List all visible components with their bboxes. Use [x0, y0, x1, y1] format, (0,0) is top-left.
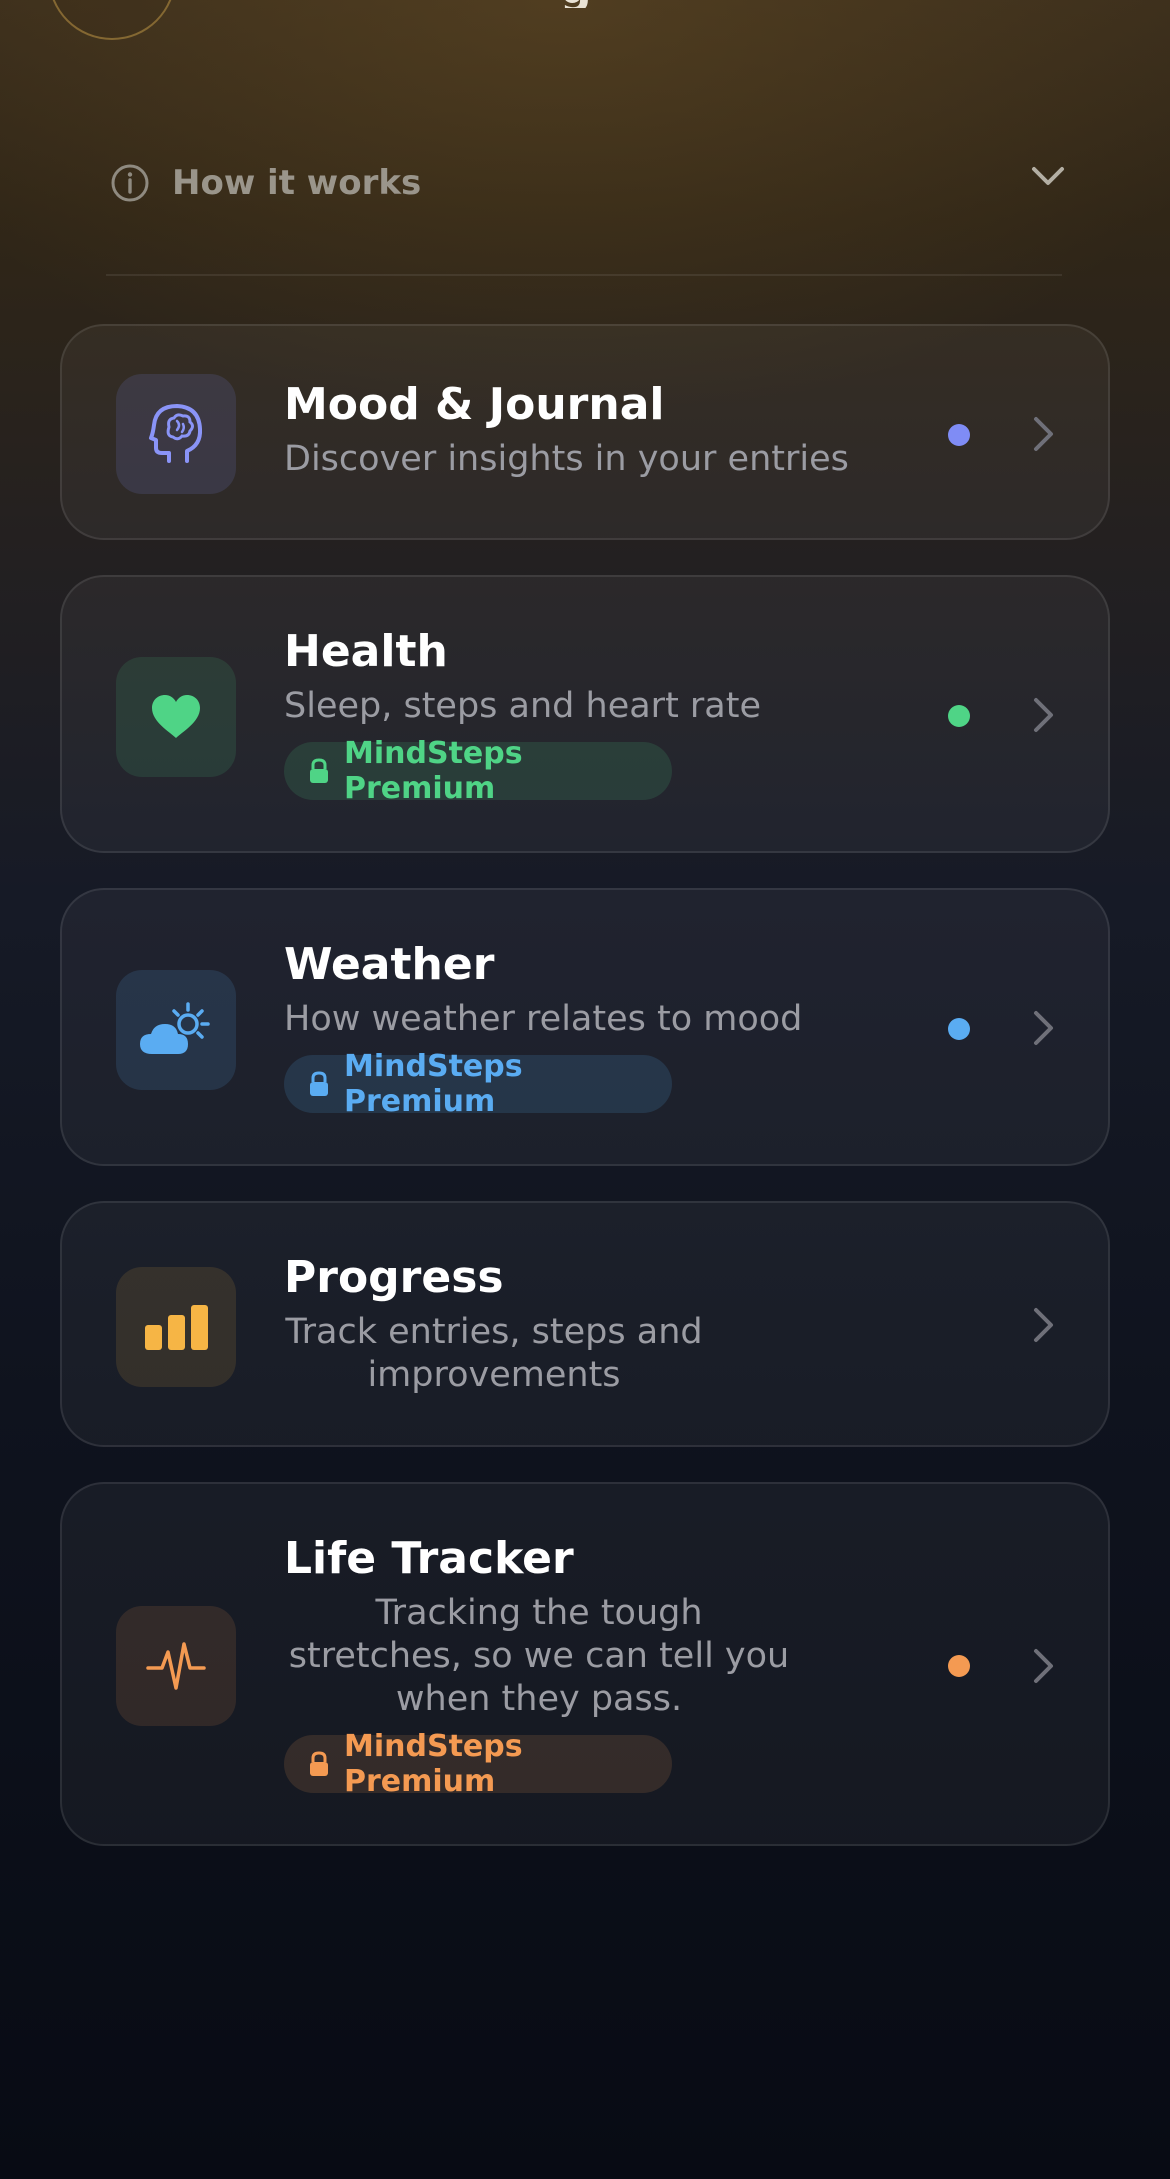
status-dot	[948, 1655, 970, 1677]
status-dot	[948, 424, 970, 446]
card-subtitle: Sleep, steps and heart rate	[284, 686, 762, 726]
premium-badge: MindSteps Premium	[284, 736, 672, 806]
status-dot	[948, 1018, 970, 1040]
cloud-sun-icon	[140, 1002, 210, 1054]
card-weather[interactable]: Weather How weather relates to mood Mind…	[60, 888, 1110, 1166]
card-subtitle: Discover insights in your entries	[284, 439, 849, 479]
life-tracker-icon-box	[116, 1606, 236, 1726]
card-mood-journal[interactable]: Mood & Journal Discover insights in your…	[60, 324, 1110, 540]
health-icon-box	[116, 657, 236, 777]
premium-badge-label: MindSteps Premium	[344, 1049, 523, 1119]
premium-badge: MindSteps Premium	[284, 1729, 672, 1799]
how-it-works-label: How it works	[172, 163, 422, 203]
card-life-tracker[interactable]: Life Tracker Tracking the tough stretche…	[60, 1482, 1110, 1846]
card-title: Progress	[284, 1252, 504, 1303]
card-title: Mood & Journal	[284, 379, 665, 430]
chevron-left-icon	[86, 0, 126, 4]
premium-badge-label: MindSteps Premium	[344, 736, 523, 806]
bar-chart-icon	[145, 1305, 208, 1350]
heart-icon	[152, 695, 200, 738]
premium-badge: MindSteps Premium	[284, 1049, 672, 1119]
premium-badge-label: MindSteps Premium	[344, 1729, 523, 1799]
status-dot	[948, 705, 970, 727]
card-title: Weather	[284, 939, 495, 990]
chevron-right-icon	[1034, 417, 1053, 451]
card-subtitle: Tracking the tough stretches, so we can …	[288, 1593, 790, 1719]
page-title: g	[560, 0, 610, 8]
back-button[interactable]	[48, 0, 176, 40]
how-it-works-toggle[interactable]: How it works	[106, 140, 1066, 226]
card-title: Health	[284, 626, 448, 677]
section-divider	[106, 274, 1062, 276]
mood-icon-box	[116, 374, 236, 494]
chevron-down-icon	[1032, 167, 1064, 185]
chevron-right-icon	[1034, 698, 1053, 732]
chevron-right-icon	[1034, 1011, 1053, 1045]
card-progress[interactable]: Progress Track entries, steps and improv…	[60, 1201, 1110, 1447]
progress-icon-box	[116, 1267, 236, 1387]
card-title: Life Tracker	[284, 1533, 574, 1584]
lock-icon	[310, 758, 328, 783]
card-subtitle: Track entries, steps and improvements	[285, 1312, 703, 1395]
lock-icon	[310, 1071, 328, 1096]
lock-icon	[310, 1751, 328, 1776]
brain-head-icon	[149, 404, 203, 463]
info-icon	[111, 164, 149, 202]
chevron-right-icon	[1034, 1308, 1053, 1342]
card-subtitle: How weather relates to mood	[284, 999, 803, 1039]
card-health[interactable]: Health Sleep, steps and heart rate MindS…	[60, 575, 1110, 853]
pulse-icon	[146, 1642, 206, 1690]
chevron-right-icon	[1034, 1649, 1053, 1683]
weather-icon-box	[116, 970, 236, 1090]
